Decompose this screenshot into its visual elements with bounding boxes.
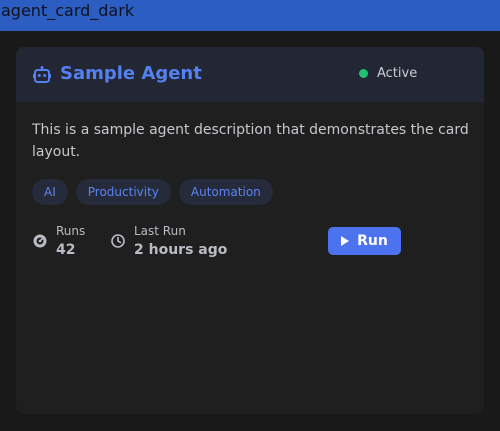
tag-automation[interactable]: Automation (178, 179, 273, 205)
stat-last-run: Last Run 2 hours ago (110, 223, 227, 261)
runs-label: Runs (56, 224, 86, 238)
runs-value: 42 (56, 242, 76, 258)
run-button-label: Run (357, 233, 388, 249)
runs-gauge-icon (33, 234, 47, 248)
window-title-bar: agent_card_dark (0, 0, 500, 31)
agent-card: Sample Agent Active This is a sample age… (16, 47, 484, 414)
clock-icon (111, 234, 125, 248)
robot-icon (33, 66, 51, 83)
last-run-label: Last Run (134, 224, 186, 238)
run-button[interactable]: Run (328, 227, 401, 255)
agent-description: This is a sample agent description that … (32, 122, 469, 160)
card-header: Sample Agent Active (16, 47, 484, 102)
window-title: agent_card_dark (1, 1, 135, 20)
tag-ai[interactable]: AI (32, 179, 68, 205)
tag-productivity[interactable]: Productivity (75, 179, 171, 205)
stat-runs: Runs 42 (32, 223, 85, 261)
status-dot (359, 69, 368, 78)
last-run-value: 2 hours ago (134, 242, 228, 258)
play-icon (341, 236, 350, 246)
status-badge: Active (359, 66, 417, 81)
agent-title: Sample Agent (60, 63, 202, 84)
status-label: Active (377, 66, 418, 81)
tag-list: AI Productivity Automation (32, 179, 273, 205)
